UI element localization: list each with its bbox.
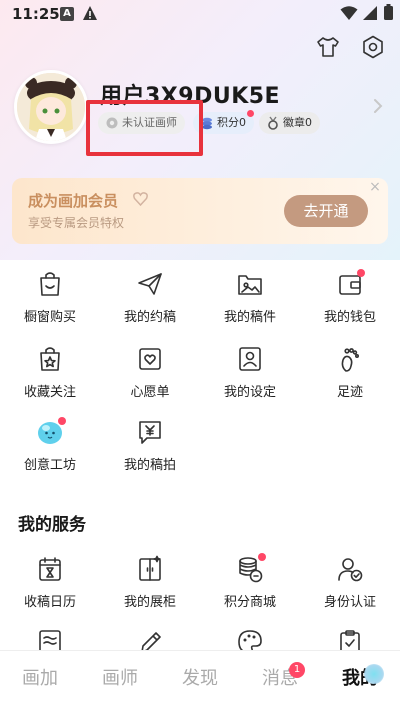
- medal-icon: [268, 116, 278, 130]
- grid-item-my-auctions[interactable]: 我的稿拍: [100, 418, 200, 488]
- wardrobe-shirt-icon[interactable]: [315, 34, 341, 60]
- grid-item-label: 橱窗购买: [23, 310, 76, 325]
- grid-item-label: 收稿日历: [23, 595, 76, 610]
- profile-card-icon: [239, 347, 261, 371]
- me-tab-glow-icon: [364, 664, 384, 684]
- tab-artists[interactable]: 画师: [80, 651, 160, 710]
- paper-plane-icon: [138, 273, 162, 295]
- yen-chat-icon: [139, 421, 161, 444]
- membership-title: 成为画加会员: [28, 192, 119, 210]
- services-section-title: 我的服务: [18, 515, 86, 535]
- battery-icon: [384, 4, 393, 20]
- folder-image-icon: [238, 275, 262, 295]
- signal-icon: [363, 6, 377, 20]
- service-points-mall[interactable]: 积分商城: [200, 555, 300, 625]
- grid-item-label: 积分商城: [223, 595, 276, 610]
- avatar-illustration: [17, 73, 85, 141]
- medal-label: 徽章0: [283, 116, 312, 129]
- highlight-annotation-box: [86, 100, 203, 156]
- tab-me[interactable]: 我的: [320, 651, 400, 710]
- footprint-icon: [341, 348, 359, 372]
- points-notification-dot: [247, 110, 254, 117]
- chevron-right-icon[interactable]: [372, 98, 384, 114]
- grid-item-label: 创意工坊: [23, 458, 76, 473]
- grid-item-label: 身份认证: [323, 595, 376, 610]
- heart-image-icon: [139, 348, 161, 370]
- tab-discover[interactable]: 发现: [160, 651, 240, 710]
- grid-item-my-manuscripts[interactable]: 我的稿件: [200, 270, 300, 340]
- messages-badge: 1: [289, 662, 305, 678]
- cabinet-icon: [139, 555, 161, 581]
- service-receive-calendar[interactable]: 收稿日历: [0, 555, 100, 625]
- grid-item-favorites[interactable]: 收藏关注: [0, 345, 100, 415]
- heart-icon: [133, 192, 148, 206]
- grid-item-label: 足迹: [336, 385, 363, 400]
- status-bar: 11:25 A: [0, 0, 400, 30]
- app-root: 11:25 A 用户3X9DUK5E 未认证画师 积分0 徽章0 成为画加会员 …: [0, 0, 400, 710]
- avatar[interactable]: [14, 70, 88, 144]
- grid-item-label: 心愿单: [130, 385, 170, 400]
- tab-huajia[interactable]: 画加: [0, 651, 80, 710]
- star-bag-icon: [40, 347, 60, 371]
- warning-icon: [83, 6, 97, 20]
- grid-item-label: 我的钱包: [323, 310, 376, 325]
- tab-messages[interactable]: 消息: [240, 651, 320, 710]
- grid-item-label: 我的稿拍: [123, 458, 176, 473]
- points-label: 积分0: [217, 116, 246, 129]
- points-mall-notification-dot: [258, 553, 266, 561]
- wallet-notification-dot: [357, 269, 365, 277]
- grid-item-window-shop[interactable]: 橱窗购买: [0, 270, 100, 340]
- grid-item-label: 我的设定: [223, 385, 276, 400]
- grid-item-label: 我的稿件: [223, 310, 276, 325]
- grid-item-my-commissions[interactable]: 我的约稿: [100, 270, 200, 340]
- grid-item-wishlist[interactable]: 心愿单: [100, 345, 200, 415]
- grid-item-footprints[interactable]: 足迹: [300, 345, 400, 415]
- bottom-tab-bar: 画加 画师 发现 消息 我的: [0, 650, 400, 710]
- grid-item-label: 我的约稿: [123, 310, 176, 325]
- person-check-icon: [338, 558, 363, 582]
- grid-item-my-settings[interactable]: 我的设定: [200, 345, 300, 415]
- grid-item-creative-workshop[interactable]: 创意工坊: [0, 418, 100, 488]
- grid-item-label: 我的展柜: [123, 595, 176, 610]
- open-membership-button[interactable]: 去开通: [284, 195, 368, 227]
- wifi-icon: [340, 6, 358, 20]
- settings-gear-icon[interactable]: [360, 34, 386, 60]
- grid-item-my-wallet[interactable]: 我的钱包: [300, 270, 400, 340]
- grid-item-label: 收藏关注: [23, 385, 76, 400]
- membership-subtitle: 享受专属会员特权: [28, 216, 125, 230]
- bag-icon: [40, 272, 60, 296]
- close-icon[interactable]: ×: [368, 180, 382, 194]
- workshop-notification-dot: [58, 417, 66, 425]
- service-identity-verification[interactable]: 身份认证: [300, 555, 400, 625]
- calendar-hourglass-icon: [39, 557, 61, 581]
- status-time: 11:25: [12, 5, 60, 23]
- service-my-showcase[interactable]: 我的展柜: [100, 555, 200, 625]
- membership-card[interactable]: 成为画加会员 享受专属会员特权 去开通 ×: [12, 178, 388, 244]
- medal-badge[interactable]: 徽章0: [259, 112, 320, 134]
- notification-a-icon: A: [60, 7, 74, 21]
